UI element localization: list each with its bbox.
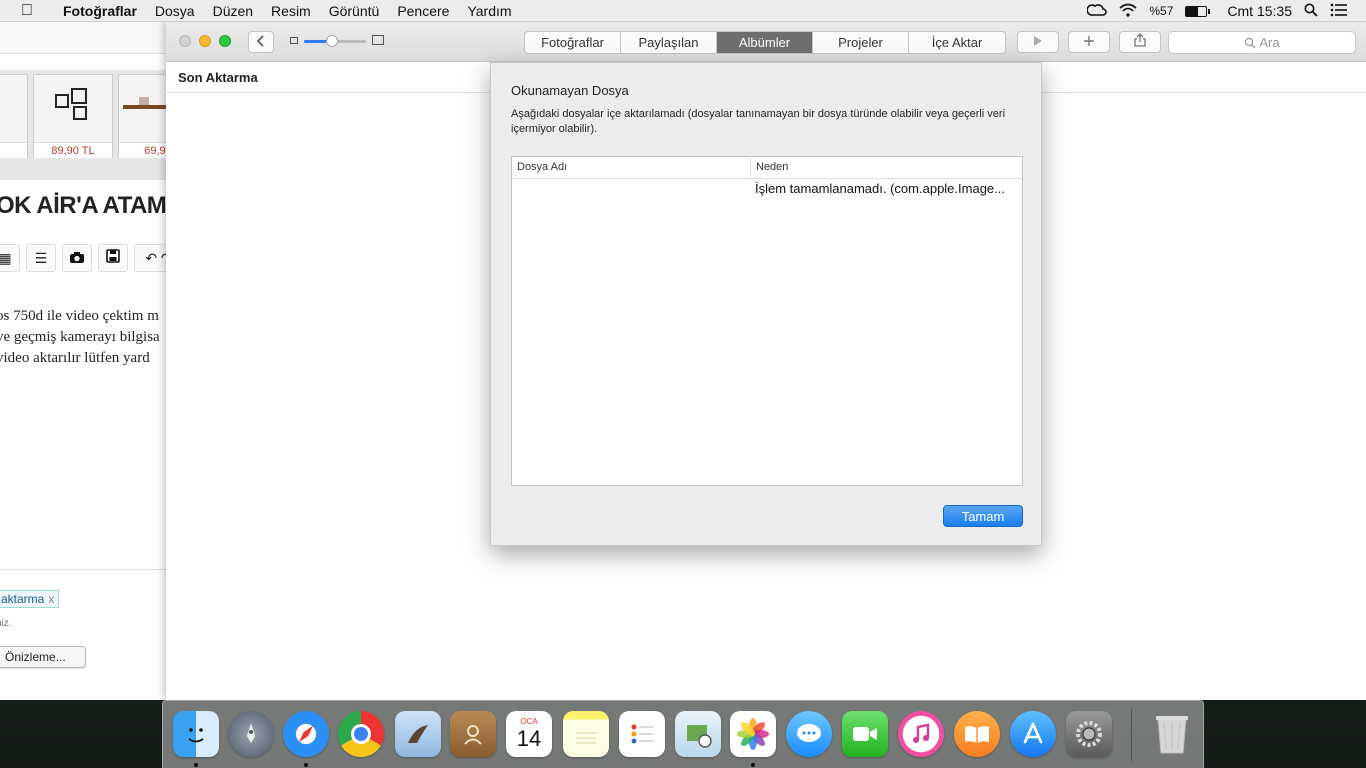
preview-icon[interactable]	[675, 711, 721, 757]
search-field[interactable]: Ara	[1168, 31, 1356, 54]
photos-icon[interactable]	[730, 711, 776, 757]
itunes-icon[interactable]	[898, 711, 944, 757]
unreadable-files-dialog: Okunamayan Dosya Aşağıdaki dosyalar içe …	[490, 62, 1042, 546]
product-price: TL	[0, 142, 27, 158]
small-thumbnail-icon	[290, 37, 298, 44]
tab-shared[interactable]: Paylaşılan	[621, 32, 717, 53]
contacts-icon[interactable]	[450, 711, 496, 757]
dialog-title: Okunamayan Dosya	[511, 83, 629, 98]
mail-icon[interactable]	[395, 711, 441, 757]
trash-icon[interactable]	[1149, 711, 1195, 757]
tag-remove-icon[interactable]: x	[48, 592, 54, 606]
launchpad-icon[interactable]	[228, 711, 274, 757]
menu-app-name[interactable]: Fotoğraflar	[54, 3, 146, 19]
product-thumbnail[interactable]: TL	[0, 74, 28, 158]
section-title: Son Aktarma	[178, 70, 258, 85]
menu-help[interactable]: Yardım	[458, 3, 520, 19]
zoom-window-button[interactable]	[219, 35, 231, 47]
tab-import[interactable]: İçe Aktar	[909, 32, 1005, 53]
share-icon	[1134, 33, 1146, 47]
column-header-reason[interactable]: Neden	[751, 157, 788, 178]
preview-button[interactable]: Önizleme...	[0, 646, 86, 668]
zoom-slider-knob[interactable]	[325, 35, 338, 47]
system-preferences-icon[interactable]	[1066, 711, 1112, 757]
wifi-icon[interactable]	[1119, 3, 1137, 20]
chevron-left-icon	[256, 35, 264, 47]
tag-label: aktarma	[1, 592, 45, 606]
column-header-filename[interactable]: Dosya Adı	[512, 157, 751, 178]
post-line: ve geçmiş kamerayı bilgisa	[0, 329, 160, 345]
battery-icon[interactable]	[1185, 5, 1211, 17]
menu-image[interactable]: Resim	[262, 3, 320, 19]
ibooks-icon[interactable]	[954, 711, 1000, 757]
appstore-icon[interactable]	[1010, 711, 1056, 757]
spotlight-search-icon[interactable]	[1304, 3, 1318, 20]
dock: OCA 14	[162, 700, 1204, 768]
creative-cloud-icon[interactable]	[1086, 3, 1108, 20]
forum-post-title: OK AİR'A ATAMIYO	[0, 192, 180, 219]
messages-icon[interactable]	[786, 711, 832, 757]
large-thumbnail-icon	[372, 35, 384, 45]
background-browser-window: TL 89,90 TL 69,90 OK AİR'A ATAMIYO ▦ ☰ ↶…	[0, 22, 180, 700]
plus-icon	[1084, 36, 1094, 46]
reason-cell: İşlem tamamlanamadı. (com.apple.Image...	[755, 181, 1005, 196]
search-icon	[1245, 37, 1256, 49]
editor-toolbar: ▦ ☰ ↶ ↷	[0, 244, 180, 272]
view-tabs: Fotoğraflar Paylaşılan Albümler Projeler…	[524, 31, 1006, 54]
format-icon[interactable]: ▦	[0, 244, 20, 272]
share-button[interactable]	[1119, 31, 1161, 53]
reminders-icon[interactable]	[619, 711, 665, 757]
tab-projects[interactable]: Projeler	[813, 32, 909, 53]
add-button[interactable]	[1068, 31, 1110, 53]
post-line: video aktarılır lütfen yard	[0, 350, 150, 366]
close-window-button[interactable]	[179, 35, 191, 47]
notes-icon[interactable]	[563, 711, 609, 757]
apple-menu-icon[interactable]: 	[0, 2, 54, 20]
photos-toolbar: Fotoğraflar Paylaşılan Albümler Projeler…	[166, 22, 1366, 62]
table-header: Dosya Adı Neden	[512, 157, 1022, 179]
minimize-window-button[interactable]	[199, 35, 211, 47]
zoom-slider[interactable]	[290, 34, 390, 48]
save-icon[interactable]	[98, 244, 128, 272]
camera-icon[interactable]	[62, 244, 92, 272]
calendar-icon[interactable]: OCA 14	[506, 711, 552, 757]
post-line: os 750d ile video çektim m	[0, 308, 159, 324]
hint-text: niz.	[0, 618, 12, 629]
ok-button[interactable]: Tamam	[943, 505, 1023, 527]
dialog-description: Aşağıdaki dosyalar içe aktarılamadı (dos…	[511, 108, 1006, 135]
slideshow-button[interactable]	[1017, 31, 1059, 53]
product-thumbnail-strip: TL 89,90 TL 69,90	[0, 70, 180, 180]
play-icon	[1034, 36, 1042, 46]
tag-chip[interactable]: aktarma x	[0, 590, 60, 608]
menu-edit[interactable]: Düzen	[204, 3, 262, 19]
menu-window[interactable]: Pencere	[388, 3, 458, 19]
product-thumbnail[interactable]: 89,90 TL	[33, 74, 113, 158]
search-placeholder: Ara	[1259, 35, 1280, 50]
dock-separator	[1131, 709, 1132, 761]
zoom-slider-track[interactable]	[304, 35, 366, 47]
failed-files-table[interactable]: Dosya Adı Neden İşlem tamamlanamadı. (co…	[511, 156, 1023, 486]
divider	[0, 569, 180, 570]
table-row[interactable]: İşlem tamamlanamadı. (com.apple.Image...	[512, 179, 1022, 199]
browser-address-area	[0, 22, 180, 54]
file-name-cell	[512, 179, 751, 199]
menu-file[interactable]: Dosya	[146, 3, 204, 19]
calendar-day: 14	[516, 726, 542, 751]
tab-albums[interactable]: Albümler	[717, 32, 813, 53]
product-price: 89,90 TL	[34, 142, 112, 158]
clock[interactable]: Cmt 15:35	[1227, 3, 1292, 19]
menu-bar:  Fotoğraflar Dosya Düzen Resim Görüntü …	[0, 0, 1366, 22]
tab-photos[interactable]: Fotoğraflar	[525, 32, 621, 53]
list-icon[interactable]: ☰	[26, 244, 56, 272]
notification-center-icon[interactable]	[1330, 3, 1348, 20]
shelf-image	[55, 88, 87, 120]
forum-post-body: os 750d ile video çektim m ve geçmiş kam…	[0, 306, 160, 369]
chrome-icon[interactable]	[338, 711, 384, 757]
safari-icon[interactable]	[283, 711, 329, 757]
facetime-icon[interactable]	[842, 711, 888, 757]
back-button[interactable]	[248, 31, 274, 53]
finder-icon[interactable]	[173, 711, 219, 757]
menu-view[interactable]: Görüntü	[320, 3, 389, 19]
battery-percent: %57	[1149, 4, 1174, 18]
